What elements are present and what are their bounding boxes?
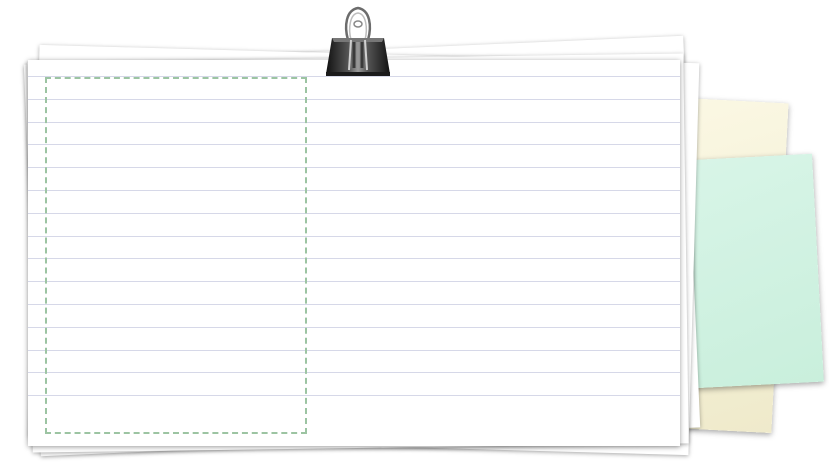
binder-clip-icon — [326, 6, 390, 76]
stationery-scene — [0, 0, 829, 466]
dashed-frame — [45, 77, 307, 434]
lined-index-card — [28, 60, 680, 446]
